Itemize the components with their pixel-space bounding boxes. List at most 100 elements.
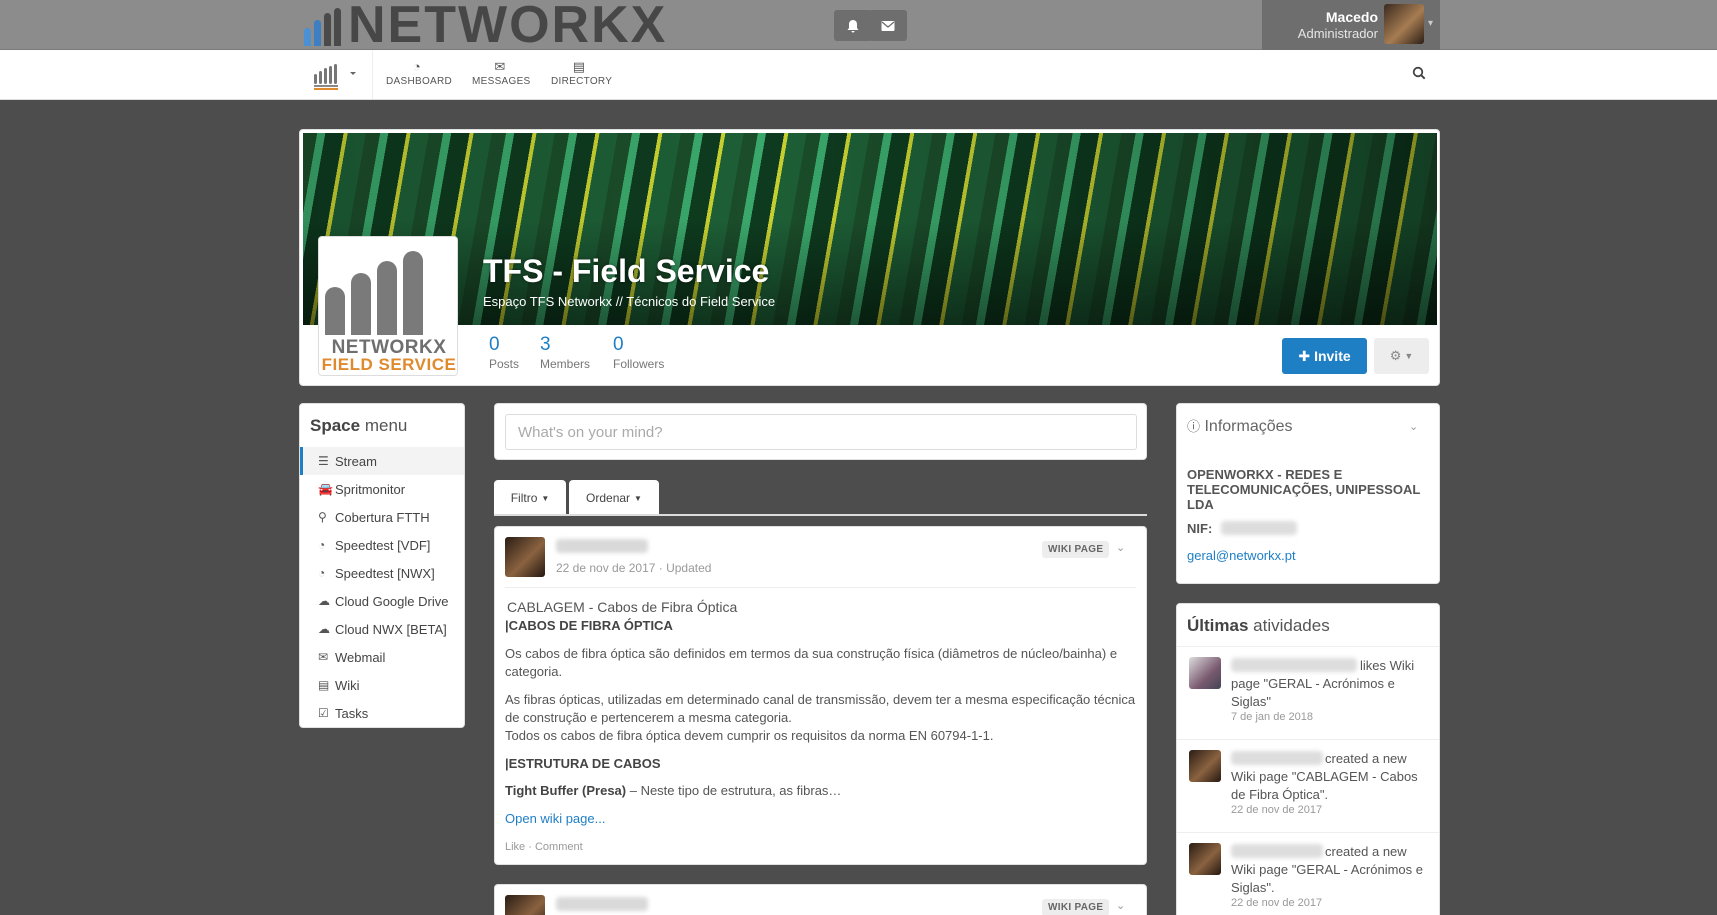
- menu-item-cloud-nwx[interactable]: ☁ Cloud NWX [BETA]: [300, 615, 464, 643]
- space-cover-image: [303, 133, 1437, 325]
- activity-date: 22 de nov de 2017: [1231, 897, 1323, 909]
- open-wiki-link[interactable]: Open wiki page...: [505, 811, 605, 826]
- space-logo-line2: FIELD SERVICE: [321, 355, 457, 374]
- wiki-title: CABLAGEM - Cabos de Fibra Óptica: [507, 599, 738, 615]
- caret-down-icon[interactable]: ▾: [1428, 18, 1433, 29]
- wiki-heading: |CABOS DE FIBRA ÓPTICA: [505, 618, 673, 633]
- menu-item-label: Cloud Google Drive: [335, 593, 449, 609]
- networkx-logo[interactable]: NETWORKX: [304, 0, 668, 54]
- activity-item[interactable]: created a new Wiki page "GERAL - Acrónim…: [1177, 832, 1439, 915]
- book-icon: ▤: [572, 59, 586, 74]
- chevron-down-icon[interactable]: ⌄: [1116, 899, 1125, 912]
- menu-item-webmail[interactable]: ✉ Webmail: [300, 643, 464, 671]
- cloud-icon: ☁: [318, 622, 330, 636]
- search-icon: [1412, 66, 1426, 80]
- activity-avatar[interactable]: [1189, 750, 1221, 782]
- dashboard-icon: ◔: [412, 59, 422, 74]
- caret-down-icon: ▼: [1404, 351, 1414, 361]
- menu-item-label: Tasks: [335, 705, 369, 721]
- comment-link[interactable]: Comment: [535, 841, 583, 853]
- menu-item-label: Wiki: [335, 677, 360, 693]
- user-menu[interactable]: Macedo Administrador ▾: [1262, 0, 1440, 50]
- nav-messages[interactable]: ✉ MESSAGES: [472, 59, 531, 87]
- sort-button[interactable]: Ordenar ▼: [569, 480, 659, 516]
- activity-item[interactable]: likes Wiki page "GERAL - Acrónimos e Sig…: [1177, 646, 1439, 739]
- filter-label: Filtro: [510, 491, 538, 505]
- stat-posts[interactable]: 0 Posts: [489, 334, 519, 371]
- info-email-link[interactable]: geral@networkx.pt: [1187, 548, 1296, 563]
- chevron-down-icon[interactable]: ⌄: [1116, 541, 1125, 554]
- post-form: What's on your mind?: [494, 403, 1147, 460]
- user-role: Administrador: [1297, 26, 1378, 41]
- bell-icon: [847, 19, 859, 32]
- menu-item-cobertura-ftth[interactable]: ⚲ Cobertura FTTH: [300, 503, 464, 531]
- menu-item-speedtest-nwx[interactable]: ◔ Speedtest [NWX]: [300, 559, 464, 587]
- nav-bar: ◔ DASHBOARD ✉ MESSAGES ▤ DIRECTORY: [0, 50, 1717, 100]
- envelope-icon: ✉: [318, 650, 329, 664]
- caret-down-icon: ▼: [634, 493, 642, 503]
- dashboard-icon: ◔: [318, 538, 326, 552]
- nav-divider: [372, 50, 373, 99]
- menu-item-tasks[interactable]: ☑ Tasks: [300, 699, 464, 727]
- post-author-avatar[interactable]: [505, 895, 545, 915]
- wiki-page-badge: WIKI PAGE: [1042, 899, 1110, 915]
- post-author-name[interactable]: [556, 539, 648, 553]
- activity-text: created a new Wiki page "CABLAGEM - Cabo…: [1231, 751, 1418, 802]
- stat-members[interactable]: 3 Members: [540, 334, 590, 371]
- space-chooser[interactable]: [312, 62, 372, 92]
- menu-item-cloud-google-drive[interactable]: ☁ Cloud Google Drive: [300, 587, 464, 615]
- wiki-page-badge: WIKI PAGE: [1042, 541, 1110, 558]
- filter-button[interactable]: Filtro ▼: [494, 480, 566, 516]
- company-name: OPENWORKX - REDES E TELECOMUNICAÇÕES, UN…: [1187, 467, 1421, 512]
- menu-item-label: Cloud NWX [BETA]: [335, 621, 447, 637]
- menu-item-stream[interactable]: ☰ Stream: [300, 447, 464, 475]
- notifications-button[interactable]: [834, 10, 872, 41]
- stat-followers[interactable]: 0 Followers: [613, 334, 664, 371]
- post-date[interactable]: 22 de nov de 2017 · Updated: [556, 561, 711, 575]
- space-settings-button[interactable]: ⚙ ▼: [1374, 338, 1429, 374]
- stat-followers-label: Followers: [613, 357, 665, 371]
- gear-icon: ⚙: [1389, 348, 1402, 363]
- wiki-paragraph: Todos os cabos de fibra óptica devem cum…: [505, 728, 994, 743]
- sort-label: Ordenar: [586, 491, 631, 505]
- user-avatar[interactable]: [1384, 4, 1424, 44]
- activity-avatar[interactable]: [1189, 843, 1221, 875]
- top-bar: NETWORKX Macedo Administrador ▾: [0, 0, 1717, 54]
- activity-item[interactable]: created a new Wiki page "CABLAGEM - Cabo…: [1177, 739, 1439, 832]
- envelope-icon: ✉: [494, 59, 506, 74]
- nav-dashboard[interactable]: ◔ DASHBOARD: [386, 59, 452, 87]
- wiki-paragraph: As fibras ópticas, utilizadas em determi…: [505, 692, 1136, 725]
- post-input[interactable]: What's on your mind?: [505, 414, 1137, 450]
- menu-item-speedtest-vdf[interactable]: ◔ Speedtest [VDF]: [300, 531, 464, 559]
- info-title: ⓘ Informações: [1187, 418, 1293, 435]
- chevron-down-icon[interactable]: ⌄: [1409, 420, 1418, 433]
- wiki-post: 22 de nov de 2017 · Updated WIKI PAGE ⌄ …: [494, 526, 1147, 865]
- envelope-icon: [881, 20, 895, 31]
- activity-text: created a new Wiki page "GERAL - Acrónim…: [1231, 844, 1423, 895]
- activity-avatar[interactable]: [1189, 657, 1221, 689]
- like-link[interactable]: Like: [505, 841, 525, 853]
- invite-button[interactable]: ✚ Invite: [1282, 338, 1367, 374]
- nav-messages-label: MESSAGES: [472, 76, 531, 87]
- post-author-name[interactable]: [556, 897, 648, 911]
- post-author-avatar[interactable]: [505, 537, 545, 577]
- space-logo[interactable]: NETWORKX FIELD SERVICE: [318, 236, 458, 376]
- wiki-heading: |ESTRUTURA DE CABOS: [505, 756, 661, 771]
- wiki-paragraph: Tight Buffer (Presa) – Neste tipo de est…: [505, 783, 842, 798]
- plus-icon: ✚: [1298, 347, 1311, 364]
- space-title: TFS - Field Service: [483, 253, 770, 289]
- logo-text: NETWORKX: [348, 0, 668, 54]
- menu-item-label: Spritmonitor: [335, 481, 406, 497]
- search-button[interactable]: [1412, 66, 1426, 83]
- invite-label: Invite: [1314, 348, 1351, 364]
- nav-dashboard-label: DASHBOARD: [386, 76, 453, 87]
- menu-item-label: Speedtest [VDF]: [335, 537, 431, 553]
- menu-item-wiki[interactable]: ▤ Wiki: [300, 671, 464, 699]
- menu-item-spritmonitor[interactable]: 🚘 Spritmonitor: [300, 475, 464, 503]
- nav-directory[interactable]: ▤ DIRECTORY: [551, 59, 612, 87]
- menu-item-label: Webmail: [335, 649, 386, 665]
- messages-button[interactable]: [869, 10, 907, 41]
- stat-posts-label: Posts: [489, 357, 520, 371]
- activity-date: 22 de nov de 2017: [1231, 804, 1323, 816]
- menu-item-label: Stream: [335, 453, 377, 469]
